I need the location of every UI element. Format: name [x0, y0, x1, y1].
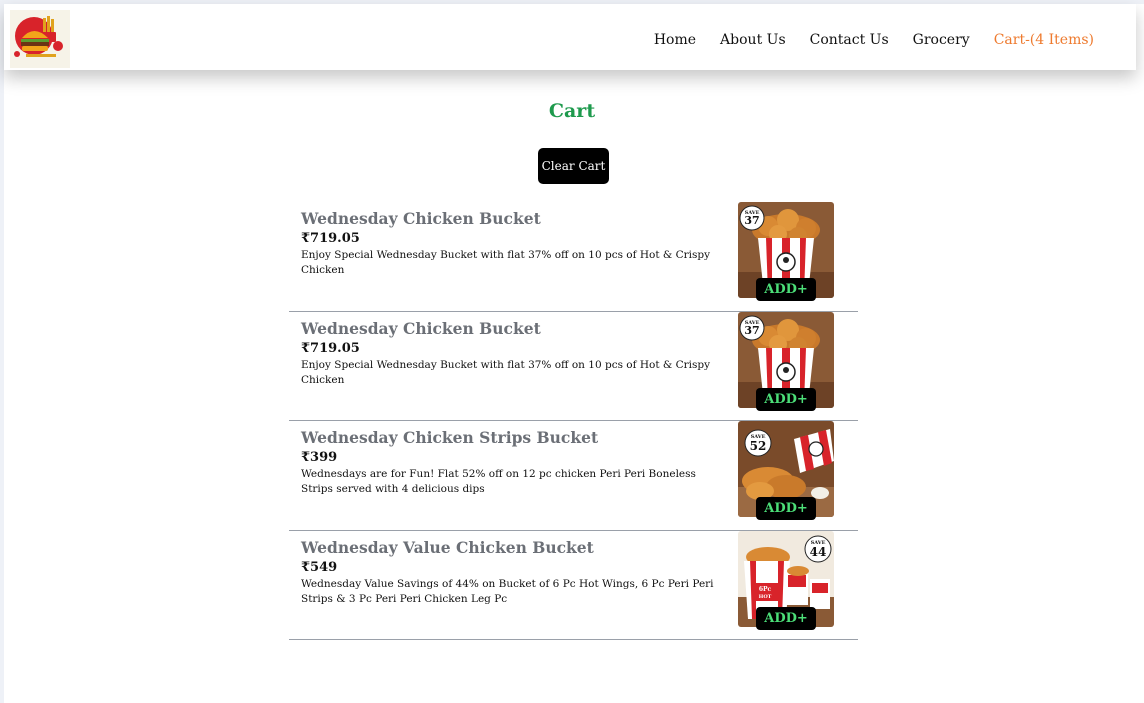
- burger-logo-icon: [14, 16, 63, 57]
- svg-text:6Pc: 6Pc: [759, 586, 772, 593]
- nav-links: Home About Us Contact Us Grocery Cart-(4…: [630, 32, 1094, 48]
- item-info: Wednesday Chicken Bucket ₹719.05 Enjoy Spe…: [301, 209, 721, 278]
- svg-text:37: 37: [744, 324, 759, 337]
- item-info: Wednesday Chicken Strips Bucket ₹399 Wedne…: [301, 428, 721, 497]
- nav-home[interactable]: Home: [654, 32, 696, 48]
- nav-cart[interactable]: Cart-(4 Items): [994, 32, 1094, 48]
- cart-item: Wednesday Value Chicken Bucket ₹549 Wednes…: [289, 530, 858, 640]
- svg-text:44: 44: [810, 545, 827, 559]
- add-item-button[interactable]: ADD+: [756, 606, 816, 630]
- cart-item: Wednesday Chicken Bucket ₹719.05 Enjoy Spe…: [289, 311, 858, 421]
- page-title: Cart: [548, 100, 596, 122]
- item-price: ₹549: [301, 559, 338, 575]
- item-description: Enjoy Special Wednesday Bucket with flat…: [301, 358, 711, 386]
- item-price: ₹719.05: [301, 231, 360, 246]
- nav-contact-us[interactable]: Contact Us: [810, 32, 889, 48]
- item-name: Wednesday Chicken Strips Bucket: [301, 428, 599, 447]
- item-description: Wednesdays are for Fun! Flat 52% off on …: [301, 468, 696, 495]
- item-price: ₹399: [301, 450, 338, 465]
- item-name: Wednesday Chicken Bucket: [301, 209, 541, 228]
- item-description: Wednesday Value Savings of 44% on Bucket…: [301, 577, 714, 605]
- svg-text:52: 52: [750, 439, 767, 453]
- item-name: Wednesday Chicken Bucket: [301, 318, 541, 338]
- svg-text:37: 37: [744, 214, 759, 227]
- add-item-button[interactable]: ADD+: [756, 387, 816, 411]
- svg-text:HOT: HOT: [759, 594, 772, 600]
- nav-grocery[interactable]: Grocery: [913, 32, 970, 48]
- item-info: Wednesday Chicken Bucket ₹719.05 Enjoy Spe…: [301, 319, 721, 388]
- item-price: ₹719.05: [301, 340, 360, 356]
- item-description: Enjoy Special Wednesday Bucket with flat…: [301, 249, 711, 276]
- nav-about-us[interactable]: About Us: [720, 32, 786, 48]
- item-name: Wednesday Value Chicken Bucket: [301, 537, 594, 557]
- cart-item: Wednesday Chicken Strips Bucket ₹399 Wedne…: [289, 421, 858, 531]
- navbar: Home About Us Contact Us Grocery Cart-(4…: [4, 4, 1136, 70]
- cart-item: Wednesday Chicken Bucket ₹719.05 Enjoy Spe…: [289, 202, 858, 312]
- add-item-button[interactable]: ADD+: [756, 278, 816, 301]
- cart-list: Wednesday Chicken Bucket ₹719.05 Enjoy Spe…: [289, 202, 858, 640]
- item-info: Wednesday Value Chicken Bucket ₹549 Wednes…: [301, 538, 721, 607]
- brand-logo[interactable]: [10, 10, 70, 68]
- clear-cart-button[interactable]: Clear Cart: [538, 148, 609, 184]
- add-item-button[interactable]: ADD+: [756, 497, 816, 520]
